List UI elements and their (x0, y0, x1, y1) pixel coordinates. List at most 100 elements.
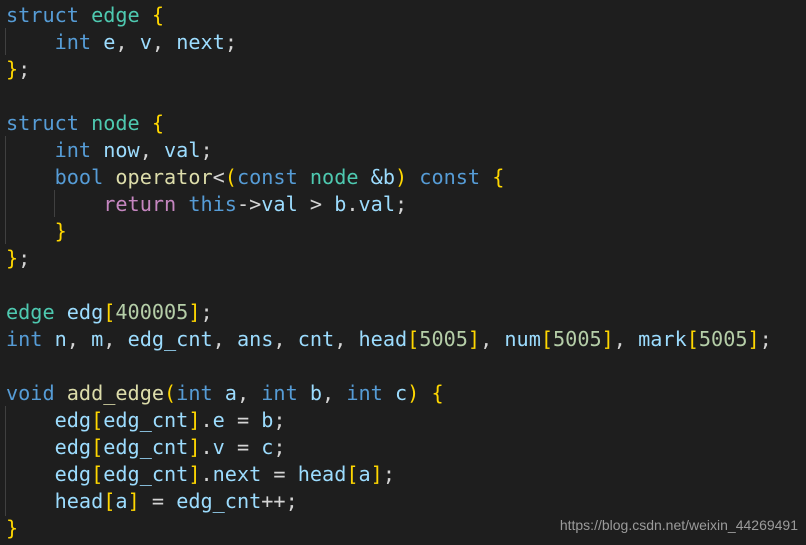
code-token: val (261, 192, 298, 216)
code-token: a (115, 489, 128, 513)
code-line[interactable]: int now, val; (6, 137, 806, 164)
code-token: a (224, 381, 237, 405)
code-line[interactable]: head[a] = edg_cnt++; (6, 488, 806, 515)
code-token: > (297, 192, 335, 216)
code-line[interactable]: }; (6, 245, 806, 272)
code-token: edge (91, 3, 140, 27)
code-token: ; (18, 57, 31, 81)
code-token: [ (91, 408, 104, 432)
code-token: , (212, 327, 237, 351)
code-token: ; (200, 300, 213, 324)
code-token: = (224, 408, 262, 432)
code-line[interactable]: edg[edg_cnt].next = head[a]; (6, 461, 806, 488)
code-editor-surface[interactable]: struct edge { int e, v, next;}; struct n… (0, 0, 806, 545)
code-token: , (151, 30, 177, 54)
code-token: , (66, 327, 92, 351)
code-token: , (236, 381, 262, 405)
code-token: , (480, 327, 505, 351)
code-line[interactable]: int e, v, next; (6, 29, 806, 56)
code-line[interactable]: } (6, 218, 806, 245)
code-line[interactable]: void add_edge(int a, int b, int c) { (6, 380, 806, 407)
code-token: , (115, 30, 140, 54)
code-token: int (54, 138, 92, 162)
code-token: ] (747, 327, 760, 351)
code-token: , (139, 138, 165, 162)
code-token: , (334, 327, 359, 351)
code-token: ; (759, 327, 772, 351)
code-line[interactable]: int n, m, edg_cnt, ans, cnt, head[5005],… (6, 326, 806, 353)
code-token: } (6, 246, 19, 270)
code-line[interactable]: edg[edg_cnt].e = b; (6, 407, 806, 434)
code-token: [ (407, 327, 420, 351)
code-token: edg_cnt (127, 327, 213, 351)
code-token: node (309, 165, 359, 189)
code-token: edg_cnt (103, 462, 189, 486)
code-line[interactable]: return this->val > b.val; (6, 191, 806, 218)
code-token: v (139, 30, 152, 54)
code-line[interactable]: }; (6, 56, 806, 83)
code-token: struct (6, 111, 92, 135)
code-token: ; (18, 246, 31, 270)
code-token: m (91, 327, 104, 351)
code-token: now (103, 138, 140, 162)
code-token: ( (224, 165, 237, 189)
code-token: ++ (261, 489, 286, 513)
code-token: mark (638, 327, 687, 351)
code-token: } (6, 516, 19, 540)
code-token: const (419, 165, 481, 189)
code-token: } (6, 57, 19, 81)
code-token: edge (6, 300, 55, 324)
code-token: [ (103, 300, 116, 324)
code-token: ] (188, 435, 201, 459)
code-token: ) (394, 165, 408, 189)
code-line[interactable] (6, 353, 806, 380)
code-line[interactable]: bool operator<(const node &b) const { (6, 164, 806, 191)
code-token: edg (54, 435, 92, 459)
code-line[interactable]: edg[edg_cnt].v = c; (6, 434, 806, 461)
indent-guide (5, 28, 6, 55)
code-token: int (6, 327, 43, 351)
code-token: operator (115, 165, 213, 189)
code-token: edg (66, 300, 104, 324)
code-token: , (322, 381, 347, 405)
code-line[interactable]: struct node { (6, 110, 806, 137)
code-token: [ (103, 489, 116, 513)
code-token: ; (200, 138, 213, 162)
code-token: . (200, 408, 213, 432)
code-token: ans (236, 327, 274, 351)
code-token: n (54, 327, 67, 351)
code-token: { (151, 3, 165, 27)
code-line[interactable]: struct edge { (6, 2, 806, 29)
code-token: , (613, 327, 639, 351)
code-token: e (212, 408, 225, 432)
code-token: ; (224, 30, 237, 54)
code-line[interactable] (6, 83, 806, 110)
code-token: ] (127, 489, 140, 513)
code-token: head (297, 462, 347, 486)
code-content[interactable]: struct edge { int e, v, next;}; struct n… (0, 0, 806, 545)
code-line[interactable]: edge edg[400005]; (6, 299, 806, 326)
code-token: [ (91, 435, 104, 459)
code-token: int (54, 30, 92, 54)
code-token: this (188, 192, 237, 216)
code-token: node (91, 111, 140, 135)
code-line[interactable] (6, 272, 806, 299)
code-token: , (103, 327, 128, 351)
code-token: [ (346, 462, 359, 486)
